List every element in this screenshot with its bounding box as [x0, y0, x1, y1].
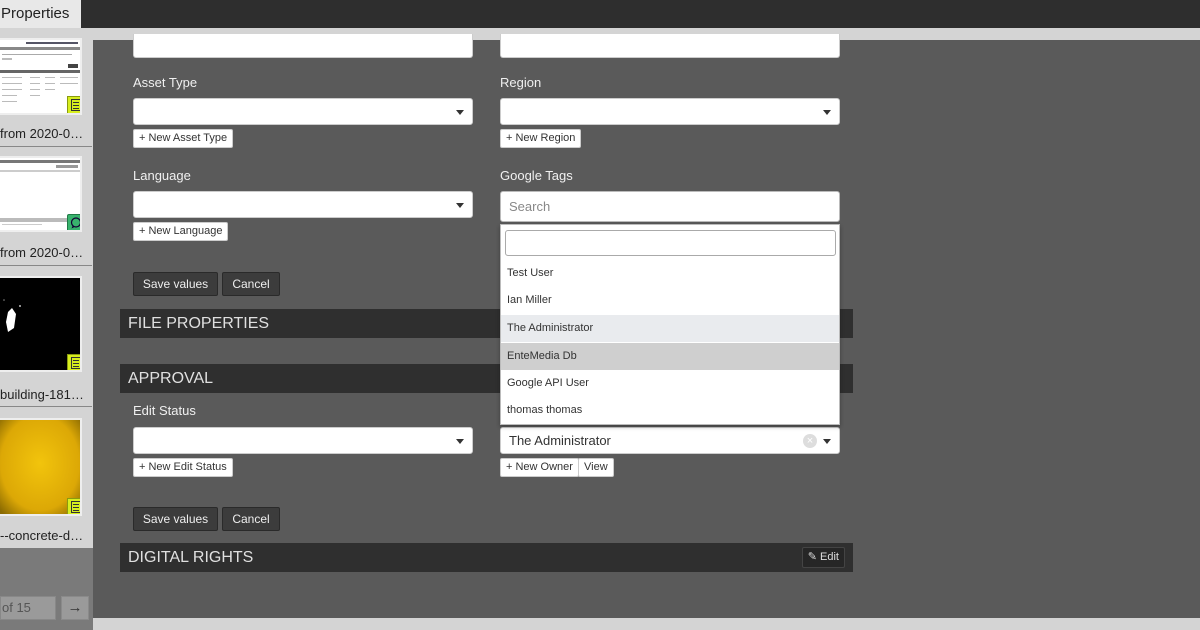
asset-type-select[interactable]: [133, 98, 473, 125]
next-page-button[interactable]: →: [61, 596, 89, 620]
owner-select[interactable]: The Administrator ×: [500, 427, 840, 454]
clear-icon[interactable]: ×: [803, 434, 817, 448]
section-digital-rights[interactable]: DIGITAL RIGHTS ✎ Edit: [120, 543, 853, 572]
language-label: Language: [133, 168, 191, 183]
divider: [0, 406, 92, 407]
tab-properties[interactable]: Properties: [0, 0, 81, 28]
new-language-button[interactable]: + New Language: [133, 222, 229, 241]
chat-icon: [67, 214, 80, 230]
top-field-left[interactable]: [133, 34, 473, 58]
chevron-down-icon: [456, 110, 464, 115]
dropdown-option[interactable]: Google API User: [501, 370, 839, 397]
edit-icon: ✎: [807, 551, 817, 563]
google-tags-search[interactable]: Search: [500, 191, 840, 222]
thumbnail-4[interactable]: [0, 418, 82, 516]
google-tags-label: Google Tags: [500, 168, 573, 183]
owner-value: The Administrator: [509, 433, 611, 448]
chevron-down-icon: [456, 439, 464, 444]
arrow-right-icon: →: [67, 599, 83, 616]
edit-digital-rights-button[interactable]: ✎ Edit: [801, 547, 845, 568]
thumbnail-1[interactable]: [0, 38, 82, 115]
page-input[interactable]: of 15: [0, 596, 56, 620]
cancel-button[interactable]: Cancel: [222, 507, 280, 531]
new-region-button[interactable]: + New Region: [500, 129, 582, 148]
edit-status-label: Edit Status: [133, 403, 196, 418]
language-select[interactable]: [133, 191, 473, 218]
thumbnail-3-label[interactable]: building-181…: [0, 387, 92, 402]
owner-dropdown: Test User Ian Miller The Administrator E…: [500, 224, 840, 425]
edit-label: Edit: [820, 551, 839, 563]
new-owner-button[interactable]: + New Owner: [500, 458, 579, 477]
dropdown-option[interactable]: EnteMedia Db: [501, 343, 839, 370]
document-icon: [67, 354, 80, 370]
chevron-down-icon: [823, 439, 831, 444]
thumbnail-1-label[interactable]: from 2020-0…: [0, 126, 92, 141]
asset-type-label: Asset Type: [133, 75, 198, 90]
thumbnail-2[interactable]: [0, 156, 82, 232]
view-owner-button[interactable]: View: [578, 458, 614, 477]
top-field-right[interactable]: [500, 34, 840, 58]
edit-status-select[interactable]: [133, 427, 473, 454]
region-label: Region: [500, 75, 542, 90]
pager: of 15 →: [0, 548, 93, 630]
chevron-down-icon: [823, 110, 831, 115]
document-icon: [67, 96, 80, 113]
chevron-down-icon: [456, 203, 464, 208]
document-icon: [67, 498, 80, 514]
section-title: APPROVAL: [128, 370, 214, 387]
dropdown-option[interactable]: thomas thomas: [501, 397, 839, 424]
save-values-button[interactable]: Save values: [133, 272, 218, 296]
save-values-button[interactable]: Save values: [133, 507, 218, 531]
dropdown-option[interactable]: Ian Miller: [501, 287, 839, 314]
region-select[interactable]: [500, 98, 840, 125]
dropdown-search-input[interactable]: [505, 230, 836, 256]
asset-sidebar: from 2020-0… from 2020-0… building-181…: [0, 28, 93, 630]
divider: [0, 146, 92, 147]
dropdown-option[interactable]: The Administrator: [501, 315, 839, 342]
new-asset-type-button[interactable]: + New Asset Type: [133, 129, 234, 148]
divider: [0, 265, 92, 266]
section-title: FILE PROPERTIES: [128, 315, 270, 332]
section-title: DIGITAL RIGHTS: [128, 549, 254, 566]
thumbnail-3[interactable]: [0, 276, 82, 372]
dropdown-option[interactable]: Test User: [501, 260, 839, 287]
cancel-button[interactable]: Cancel: [222, 272, 280, 296]
thumbnail-4-label[interactable]: --concrete-d…: [0, 528, 92, 543]
top-bar: Properties: [0, 0, 1200, 28]
thumbnail-2-label[interactable]: from 2020-0…: [0, 245, 92, 260]
new-edit-status-button[interactable]: + New Edit Status: [133, 458, 233, 477]
